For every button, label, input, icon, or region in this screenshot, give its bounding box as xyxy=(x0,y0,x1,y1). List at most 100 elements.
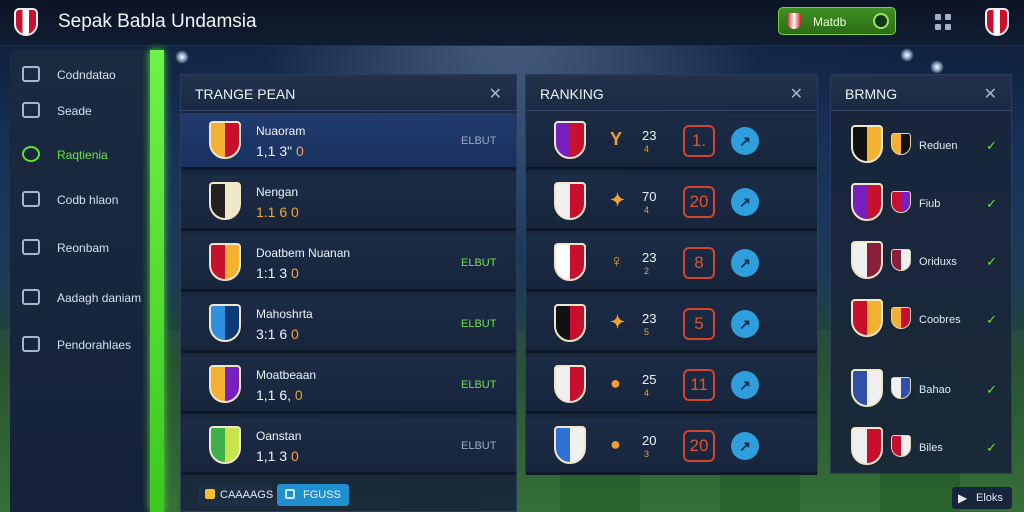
sidebar-accent-bar xyxy=(150,50,164,512)
sidebar-item[interactable]: Codb hlaon xyxy=(10,185,150,215)
ranking-row[interactable]: ● 25 4 11 ↗ xyxy=(526,357,817,414)
points-sub: 3 xyxy=(644,449,650,459)
small-crest-icon xyxy=(891,133,911,155)
points-value: 25 xyxy=(642,372,657,387)
brmng-row[interactable]: Fiub ✓ xyxy=(831,177,1011,234)
team-badge-icon xyxy=(209,304,241,342)
team-score: 3:1 6 0 xyxy=(256,326,299,342)
footer-right-button[interactable]: FGUSS xyxy=(277,484,349,506)
check-icon[interactable]: ✓ xyxy=(986,254,997,270)
team-badge-icon xyxy=(554,365,586,403)
score-b: 0 xyxy=(291,265,299,281)
check-icon[interactable]: ✓ xyxy=(986,440,997,456)
team-badge-icon xyxy=(209,121,241,159)
play-icon: ▶ xyxy=(958,491,968,505)
score-a: 1,1 3 xyxy=(256,448,288,464)
team-score: 1,1 6, 0 xyxy=(256,387,303,403)
promote-arrow-icon[interactable]: ↗ xyxy=(731,371,759,399)
sidebar-item[interactable]: Reonbam xyxy=(10,233,150,263)
close-icon[interactable]: ✕ xyxy=(984,84,997,104)
ranking-panel-header: RANKING ✕ xyxy=(526,75,817,111)
edit-control[interactable]: ELBUT xyxy=(461,379,496,391)
brmng-row[interactable]: Biles ✓ xyxy=(831,421,1011,478)
edit-control[interactable]: ELBUT xyxy=(461,135,496,147)
promote-arrow-icon[interactable]: ↗ xyxy=(731,127,759,155)
rank-box: 1. xyxy=(683,125,715,157)
brmng-panel-title: BRMNG xyxy=(845,86,898,102)
small-crest-icon xyxy=(891,307,911,329)
ranking-panel-title: RANKING xyxy=(540,86,604,102)
team-score: 1.1 6 0 xyxy=(256,204,299,220)
team-row[interactable]: Nuaoram 1,1 3" 0 ELBUT xyxy=(181,113,516,170)
points-sub: 4 xyxy=(644,205,650,215)
sidebar-item-label: Raqtienia xyxy=(57,148,108,162)
footer-left-button[interactable]: CAAAAGS xyxy=(198,484,274,506)
ranking-row[interactable]: Y 23 4 1. ↗ xyxy=(526,113,817,170)
trophy-icon: ♀ xyxy=(610,251,624,271)
teams-panel-title: TRANGE PEAN xyxy=(195,86,296,102)
match-label: Matdb xyxy=(813,15,847,29)
team-row[interactable]: Doatbem Nuanan 1:1 3 0 ELBUT xyxy=(181,235,516,292)
check-icon[interactable]: ✓ xyxy=(986,196,997,212)
ranking-row[interactable]: ● 20 3 20 ↗ xyxy=(526,418,817,475)
ranking-row[interactable]: ♀ 23 2 8 ↗ xyxy=(526,235,817,292)
score-a: 1:1 3 xyxy=(256,265,288,281)
team-row[interactable]: Moatbeaan 1,1 6, 0 ELBUT xyxy=(181,357,516,414)
next-button[interactable]: ▶ Eloks xyxy=(952,487,1012,509)
team-badge-icon xyxy=(554,182,586,220)
brmng-row[interactable]: Reduen ✓ xyxy=(831,119,1011,176)
rank-box: 20 xyxy=(683,430,715,462)
team-row[interactable]: Oanstan 1,1 3 0 ELBUT xyxy=(181,418,516,475)
players-icon xyxy=(22,239,40,255)
edit-control[interactable]: ELBUT xyxy=(461,257,496,269)
filter-icon xyxy=(285,489,295,499)
team-row[interactable]: Nengan 1.1 6 0 xyxy=(181,174,516,231)
rank-box: 11 xyxy=(683,369,715,401)
team-badge-icon xyxy=(851,427,883,465)
promote-arrow-icon[interactable]: ↗ xyxy=(731,188,759,216)
brmng-row[interactable]: Coobres ✓ xyxy=(831,293,1011,350)
ranking-row[interactable]: ✦ 70 4 20 ↗ xyxy=(526,174,817,231)
team-name: Mahoshrta xyxy=(256,307,313,321)
grid-menu-icon[interactable] xyxy=(935,14,951,30)
profile-crest-icon[interactable] xyxy=(985,8,1009,36)
score-a: 1.1 6 xyxy=(256,204,288,220)
brmng-label: Coobres xyxy=(919,314,961,326)
team-badge-icon xyxy=(209,243,241,281)
chart-bars-icon xyxy=(22,102,40,118)
team-badge-icon xyxy=(554,304,586,342)
check-icon[interactable]: ✓ xyxy=(986,312,997,328)
sidebar-item-label: Codb hlaon xyxy=(57,193,119,207)
ranking-row[interactable]: ✦ 23 5 5 ↗ xyxy=(526,296,817,353)
edit-control[interactable]: ELBUT xyxy=(461,318,496,330)
flag-icon xyxy=(22,336,40,352)
sidebar-item[interactable]: Seade xyxy=(10,96,150,126)
check-icon[interactable]: ✓ xyxy=(986,382,997,398)
sidebar-item[interactable]: Pendorahlaes xyxy=(10,330,150,360)
sidebar-item[interactable]: Raqtienia xyxy=(10,140,150,170)
promote-arrow-icon[interactable]: ↗ xyxy=(731,249,759,277)
edit-control[interactable]: ELBUT xyxy=(461,440,496,452)
team-badge-icon xyxy=(209,365,241,403)
promote-arrow-icon[interactable]: ↗ xyxy=(731,432,759,460)
sidebar-item[interactable]: Aadagh daniam xyxy=(10,283,150,313)
check-icon[interactable]: ✓ xyxy=(986,138,997,154)
match-button[interactable]: Matdb xyxy=(778,7,896,35)
sidebar-item-label: Seade xyxy=(57,104,92,118)
trophy-icon: ✦ xyxy=(610,190,626,210)
close-icon[interactable]: ✕ xyxy=(790,84,803,104)
ranking-panel: RANKING ✕ Y 23 4 1. ↗ ✦ 70 4 20 ↗ ♀ 23 2 8 ↗ ✦ 23 5 5 ↗ ● 25 4… xyxy=(525,74,818,475)
brmng-row[interactable]: Oriduxs ✓ xyxy=(831,235,1011,292)
sidebar-item[interactable]: Codndatao xyxy=(10,60,150,90)
close-icon[interactable]: ✕ xyxy=(489,84,502,104)
footer-left-label: CAAAAGS xyxy=(220,489,274,501)
ball-icon xyxy=(22,146,40,162)
brmng-panel-header: BRMNG ✕ xyxy=(831,75,1011,111)
small-crest-icon xyxy=(891,191,911,213)
team-name: Moatbeaan xyxy=(256,368,317,382)
app-logo-icon xyxy=(14,8,38,36)
team-row[interactable]: Mahoshrta 3:1 6 0 ELBUT xyxy=(181,296,516,353)
brmng-row[interactable]: Bahao ✓ xyxy=(831,363,1011,420)
promote-arrow-icon[interactable]: ↗ xyxy=(731,310,759,338)
stadium-icon xyxy=(22,289,40,305)
